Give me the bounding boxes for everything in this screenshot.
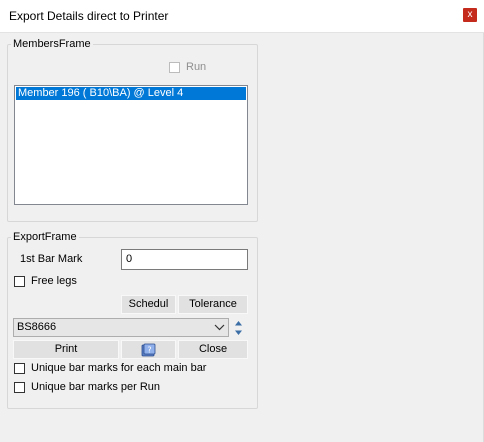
list-item[interactable]: Member 196 ( B10\BA) @ Level 4 xyxy=(16,87,246,100)
first-bar-mark-value: 0 xyxy=(126,253,133,265)
unique-each-main-bar-checkbox[interactable] xyxy=(14,363,25,374)
close-button[interactable]: Close xyxy=(178,340,248,359)
members-listbox[interactable]: Member 196 ( B10\BA) @ Level 4 xyxy=(14,85,248,205)
first-bar-mark-label: 1st Bar Mark xyxy=(20,253,83,265)
unique-per-run-checkbox[interactable] xyxy=(14,382,25,393)
standard-select-value: BS8666 xyxy=(17,321,57,333)
spin-down-icon xyxy=(235,330,242,335)
first-bar-mark-input[interactable]: 0 xyxy=(121,249,248,270)
members-frame-legend: MembersFrame xyxy=(11,38,93,51)
free-legs-checkbox[interactable] xyxy=(14,276,25,287)
chevron-down-icon xyxy=(214,324,225,331)
tolerance-button[interactable]: Tolerance xyxy=(178,295,248,314)
unique-per-run-label: Unique bar marks per Run xyxy=(31,381,161,393)
standard-select[interactable]: BS8666 xyxy=(13,318,229,337)
free-legs-label: Free legs xyxy=(31,275,77,287)
window-title: Export Details direct to Printer xyxy=(9,9,169,23)
close-icon: x xyxy=(467,9,473,20)
help-book-icon: ? xyxy=(141,343,155,357)
spin-buttons[interactable] xyxy=(233,318,244,338)
run-label: Run xyxy=(186,61,207,73)
print-button[interactable]: Print xyxy=(13,340,119,359)
help-button[interactable]: ? xyxy=(121,340,176,359)
close-window-button[interactable]: x xyxy=(463,8,477,22)
export-frame-legend: ExportFrame xyxy=(11,231,79,244)
title-bar: Export Details direct to Printer x xyxy=(0,0,484,33)
spin-up-icon xyxy=(235,321,242,326)
schedule-button[interactable]: Schedul xyxy=(121,295,176,314)
run-checkbox[interactable] xyxy=(169,62,180,73)
svg-text:?: ? xyxy=(147,346,151,355)
unique-each-main-bar-label: Unique bar marks for each main bar xyxy=(31,362,207,374)
